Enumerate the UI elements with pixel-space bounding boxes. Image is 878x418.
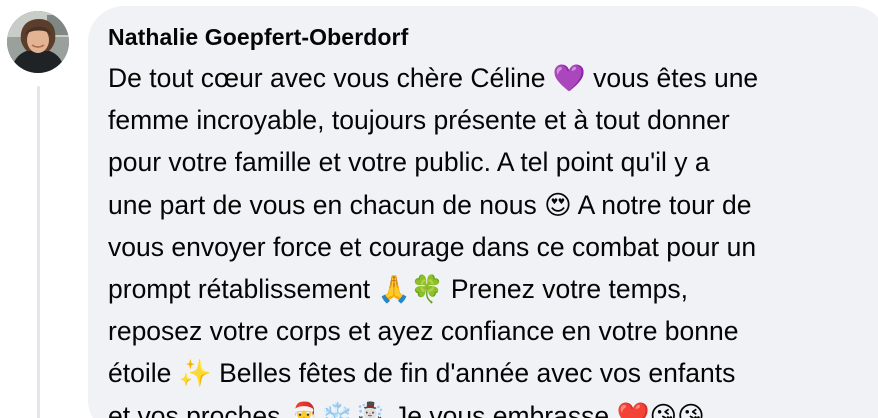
comment-line: femme incroyable, toujours présente et à… — [108, 105, 730, 136]
comment-line: pour votre famille et votre public. A te… — [108, 147, 710, 178]
comment-line: étoile ✨ Belles fêtes de fin d'année ave… — [108, 358, 736, 389]
avatar[interactable] — [7, 11, 69, 73]
profile-photo-icon — [7, 11, 69, 73]
comment-line: vous envoyer force et courage dans ce co… — [108, 231, 757, 262]
comment-line: une part de vous en chacun de nous 😍 A n… — [108, 189, 752, 220]
comment-line: et vos proches 🎅❄️☃️ Je vous embrasse ❤️… — [108, 400, 705, 418]
comment-screen: Nathalie Goepfert-Oberdorf De tout cœur … — [0, 0, 878, 418]
comment-line: prompt rétablissement 🙏🍀 Prenez votre te… — [108, 274, 689, 305]
comment-line: De tout cœur avec vous chère Céline 💜 vo… — [108, 63, 759, 93]
comment-line: reposez votre corps et ayez confiance en… — [108, 316, 739, 347]
reply-thread-line — [37, 86, 40, 418]
comment-author-name[interactable]: Nathalie Goepfert-Oberdorf — [108, 24, 408, 51]
comment-text: De tout cœur avec vous chère Céline 💜 vo… — [108, 57, 868, 418]
